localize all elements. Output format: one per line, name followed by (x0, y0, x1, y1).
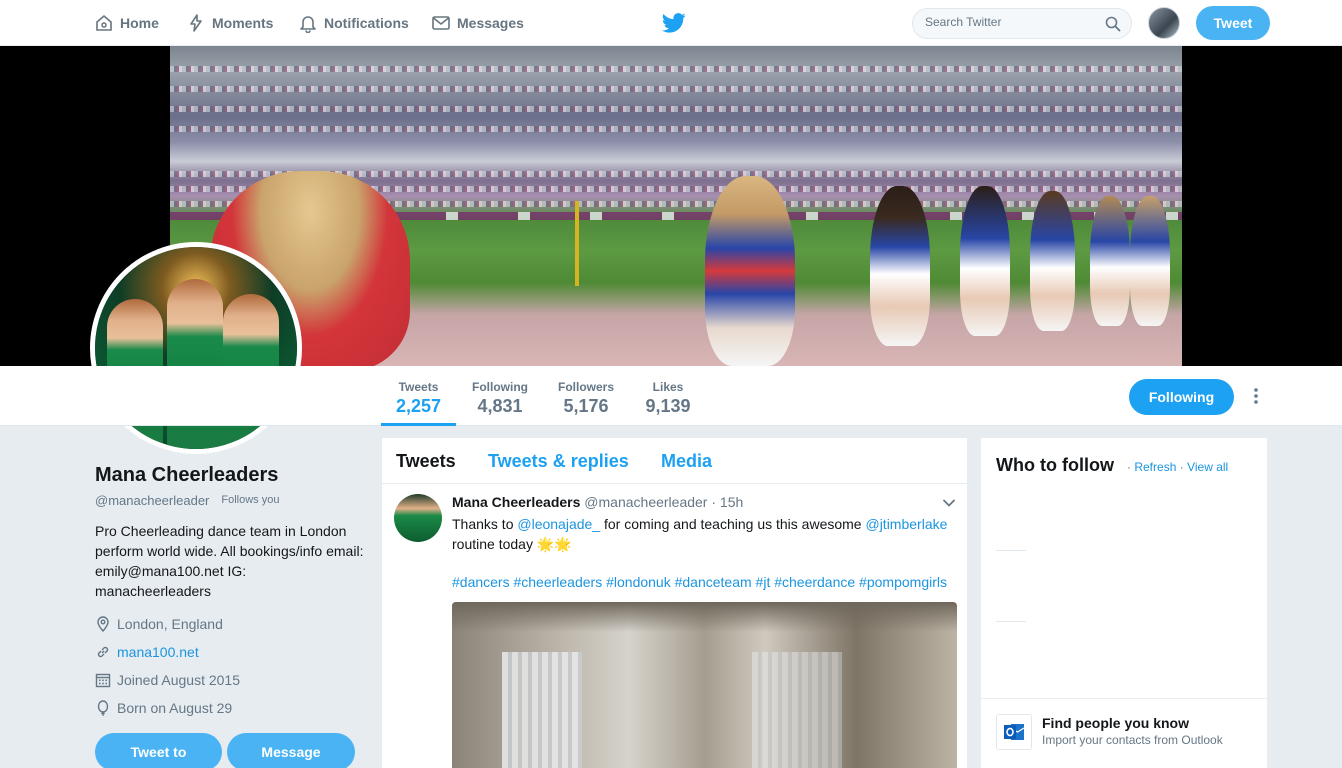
nav-messages[interactable]: Messages (431, 0, 524, 46)
nav-messages-label: Messages (457, 15, 524, 31)
top-nav: Home Moments Notifications Messages Twee… (0, 0, 1342, 46)
envelope-icon (432, 16, 450, 30)
tweet-author-avatar[interactable] (394, 494, 442, 542)
profile-bio: Pro Cheerleading dance team in London pe… (95, 523, 364, 599)
follows-you-badge: Follows you (217, 492, 284, 508)
stat-following-value: 4,831 (477, 396, 523, 416)
lightning-icon (190, 14, 202, 32)
tweet-separator: · (711, 494, 717, 510)
home-icon (96, 14, 112, 31)
balloon-icon (97, 700, 109, 716)
stat-following[interactable]: Following 4,831 (466, 366, 534, 426)
stat-followers-value: 5,176 (563, 396, 609, 416)
nav-home[interactable]: Home (94, 0, 159, 46)
who-to-follow: Who to follow · Refresh · View all Find … (980, 437, 1268, 768)
chevron-down-icon[interactable] (942, 496, 956, 510)
wtf-links: · Refresh · View all (1127, 460, 1228, 474)
outlook-logo-icon (1004, 724, 1025, 740)
tweet-to-button[interactable]: Tweet to (95, 733, 222, 768)
banner-image[interactable] (170, 46, 1182, 366)
website-link[interactable]: mana100.net (117, 644, 199, 660)
nav-notifications-label: Notifications (324, 15, 409, 31)
profile-handle[interactable]: @manacheerleader (95, 493, 209, 508)
profile-birthday: Born on August 29 (95, 700, 232, 716)
tweet-text-part-3: routine today (452, 536, 533, 552)
find-people-title[interactable]: Find people you know (1042, 715, 1189, 731)
stat-following-label: Following (472, 380, 528, 394)
nav-notifications[interactable]: Notifications (298, 0, 409, 46)
nav-moments[interactable]: Moments (186, 0, 273, 46)
born-text: Born on August 29 (117, 700, 233, 716)
star-emoji: 🌟🌟 (536, 536, 572, 552)
tweet-author-name[interactable]: Mana Cheerleaders (452, 494, 580, 510)
stat-likes-label: Likes (652, 380, 684, 394)
bell-icon (300, 16, 316, 33)
tweet-text-part-1: Thanks to (452, 516, 518, 532)
stat-followers[interactable]: Followers 5,176 (552, 366, 620, 426)
stat-likes[interactable]: Likes 9,139 (638, 366, 698, 426)
account-avatar[interactable] (1148, 7, 1180, 39)
tab-tweets-replies[interactable]: Tweets & replies (488, 451, 629, 472)
tweet-hashtags[interactable]: #dancers #cheerleaders #londonuk #dancet… (452, 574, 957, 590)
outlook-icon[interactable] (996, 714, 1032, 750)
message-button[interactable]: Message (227, 733, 355, 768)
find-people-subtitle[interactable]: Import your contacts from Outlook (1042, 733, 1223, 747)
refresh-link[interactable]: Refresh (1134, 460, 1176, 474)
more-options-icon[interactable] (1250, 387, 1262, 405)
stat-tweets-value: 2,257 (395, 396, 442, 416)
search-box[interactable] (912, 8, 1132, 39)
profile-location: London, England (95, 616, 223, 632)
following-button[interactable]: Following (1129, 379, 1234, 415)
stat-followers-label: Followers (557, 380, 614, 394)
calendar-icon (95, 673, 111, 688)
tab-media[interactable]: Media (661, 451, 712, 472)
divider (981, 698, 1267, 699)
view-all-link[interactable]: View all (1187, 460, 1228, 474)
joined-text: Joined August 2015 (117, 672, 240, 688)
search-input[interactable] (925, 15, 1100, 29)
tweet-media-video[interactable] (452, 602, 957, 768)
tweet-header: Mana Cheerleaders @manacheerleader · 15h (452, 494, 743, 510)
stat-tweets-label: Tweets (398, 380, 439, 394)
twitter-bird-icon[interactable] (662, 12, 686, 34)
mention-leonajade[interactable]: @leonajade_ (517, 516, 600, 532)
who-to-follow-title: Who to follow (996, 455, 1114, 475)
stat-likes-value: 9,139 (645, 396, 691, 416)
nav-moments-label: Moments (212, 15, 274, 31)
tab-tweets[interactable]: Tweets (396, 451, 456, 472)
timeline: Tweets Tweets & replies Media Mana Cheer… (381, 437, 968, 768)
wtf-separator-2: · (1179, 460, 1184, 474)
mention-jtimberlake[interactable]: @jtimberlake (865, 516, 947, 532)
search-icon[interactable] (1105, 16, 1121, 32)
tweet-author-handle[interactable]: @manacheerleader (584, 494, 707, 510)
location-pin-icon (97, 616, 109, 632)
compose-tweet-button[interactable]: Tweet (1196, 6, 1270, 40)
suggestion-placeholder-line (996, 621, 1026, 622)
wtf-separator-1: · (1127, 460, 1131, 474)
link-icon (97, 646, 109, 658)
profile-website: mana100.net (95, 644, 199, 660)
profile-nav: Tweets 2,257 Following 4,831 Followers 5… (0, 366, 1342, 426)
profile-name[interactable]: Mana Cheerleaders (95, 464, 278, 487)
location-text: London, England (117, 616, 223, 632)
stat-tweets[interactable]: Tweets 2,257 (381, 366, 456, 426)
tweet-text: Thanks to @leonajade_ for coming and tea… (452, 514, 952, 554)
handle-row: @manacheerleader Follows you (95, 492, 284, 508)
tweet-time[interactable]: 15h (720, 494, 743, 510)
timeline-tabs: Tweets Tweets & replies Media (382, 438, 967, 484)
profile-joined: Joined August 2015 (95, 672, 240, 688)
suggestion-placeholder-line (996, 550, 1026, 551)
nav-home-label: Home (120, 15, 159, 31)
tweet-text-part-2: for coming and teaching us this awesome (600, 516, 866, 532)
